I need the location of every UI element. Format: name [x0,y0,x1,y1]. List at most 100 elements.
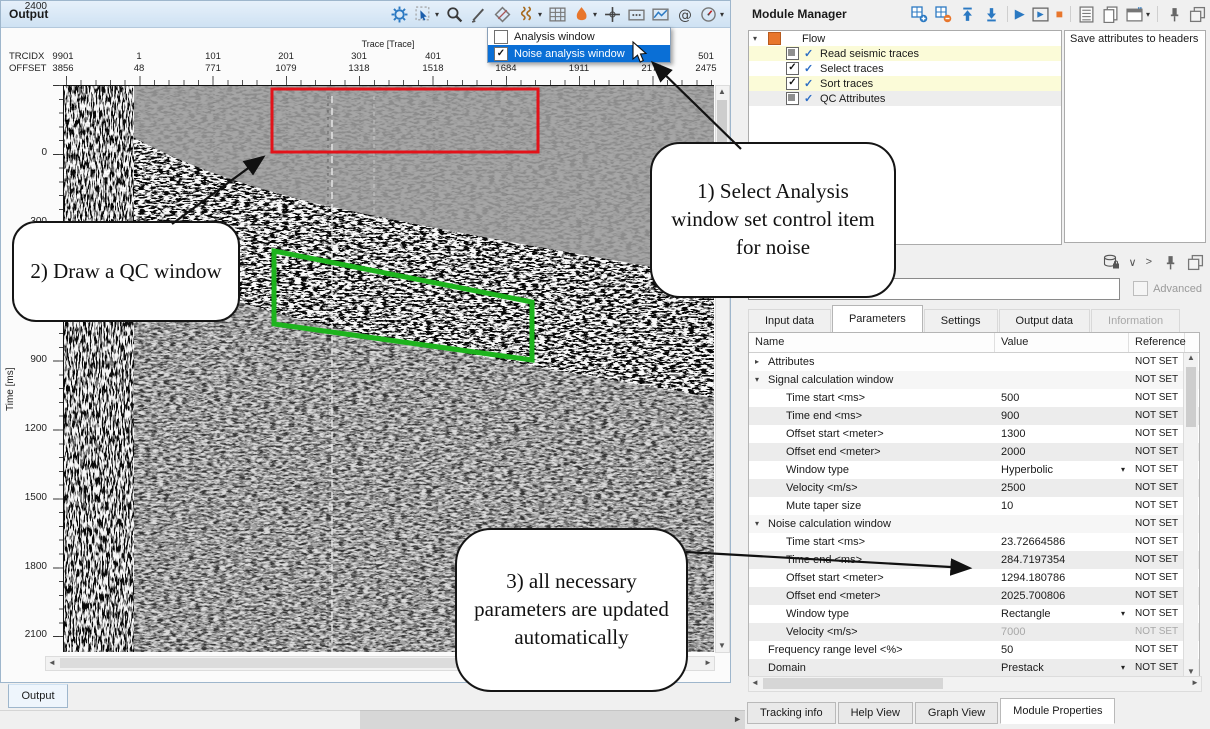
dropdown-item[interactable]: ✓ Noise analysis window [488,45,670,62]
parameter-value[interactable]: 2025.700806 [1001,590,1065,602]
parameter-reference[interactable]: NOT SET [1129,587,1185,605]
mention-icon[interactable]: @ [676,6,693,23]
pin-icon[interactable] [1165,6,1182,23]
parameter-row[interactable]: Offset start <meter> 1300 NOT SET [749,425,1199,443]
module-checkbox[interactable]: ✓ [786,77,799,90]
column-header-name[interactable]: Name [749,333,995,352]
parameter-row[interactable]: Offset start <meter> 1294.180786 NOT SET [749,569,1199,587]
scroll-up-arrow[interactable]: ▲ [1184,353,1198,362]
checkbox[interactable]: ✓ [494,47,508,61]
parameter-reference[interactable]: NOT SET [1129,605,1185,623]
clipboard-icon[interactable] [1102,6,1119,23]
flow-tree-row[interactable]: ✓ ✓ Select traces [749,61,1061,76]
gain-icon[interactable] [573,6,590,23]
new-window-icon[interactable] [1126,6,1143,23]
parameter-row[interactable]: Time end <ms> 284.7197354 NOT SET [749,551,1199,569]
row-expander-icon[interactable]: ▾ [755,371,768,389]
table-vertical-scrollbar[interactable]: ▲ ▼ [1183,353,1198,676]
parameter-reference[interactable]: NOT SET [1129,515,1185,533]
advanced-checkbox[interactable] [1133,281,1148,296]
compass-caret[interactable]: ▾ [720,10,724,19]
properties-tab[interactable]: Output data [999,309,1091,332]
annotation-icon[interactable] [628,6,645,23]
parameter-reference[interactable]: NOT SET [1129,407,1185,425]
crosshair-icon[interactable] [604,6,621,23]
module-checkbox[interactable]: ✓ [786,62,799,75]
parameter-reference[interactable]: NOT SET [1129,641,1185,659]
chevron-down-icon[interactable]: ∨ [1129,256,1137,269]
parameter-reference[interactable]: NOT SET [1129,479,1185,497]
scroll-up-arrow[interactable]: ▲ [716,86,728,98]
delete-module-icon[interactable] [935,6,952,23]
view-tab[interactable]: Help View [838,702,913,724]
scroll-thumb[interactable] [763,678,943,689]
save-attributes-panel[interactable]: Save attributes to headers [1064,30,1206,243]
value-dropdown-caret[interactable]: ▾ [1121,461,1125,479]
row-expander-icon[interactable]: ▸ [755,353,768,371]
parameter-reference[interactable]: NOT SET [1129,353,1185,371]
gain-caret[interactable]: ▾ [593,10,597,19]
run-icon[interactable]: ▶ [1015,6,1025,22]
scroll-left-arrow[interactable]: ◄ [46,657,58,669]
parameter-reference[interactable]: NOT SET [1129,425,1185,443]
scroll-right-arrow[interactable]: ► [1189,677,1201,689]
parameter-value[interactable]: 1294.180786 [1001,572,1065,584]
pin-icon[interactable] [1161,254,1178,271]
parameter-reference[interactable]: NOT SET [1129,623,1185,641]
parameter-value[interactable]: 7000 [1001,626,1025,638]
scroll-right-arrow[interactable]: ► [733,714,742,724]
parameter-row[interactable]: Offset end <meter> 2000 NOT SET [749,443,1199,461]
properties-tab[interactable]: Information [1091,309,1180,332]
selection-mode-icon[interactable] [415,6,432,23]
parameter-reference[interactable]: NOT SET [1129,443,1185,461]
flow-tree-row[interactable]: ✓ Read seismic traces [749,46,1061,61]
parameter-row[interactable]: Velocity <m/s> 2500 NOT SET [749,479,1199,497]
parameter-value[interactable]: 1300 [1001,428,1025,440]
parameter-value[interactable]: 50 [1001,644,1013,656]
properties-tab[interactable]: Parameters [832,305,923,332]
parameter-row[interactable]: ▸ Attributes NOT SET [749,353,1199,371]
float-icon[interactable] [1189,6,1206,23]
value-dropdown-caret[interactable]: ▾ [1121,659,1125,677]
parameter-reference[interactable]: NOT SET [1129,569,1185,587]
scroll-down-arrow[interactable]: ▼ [716,640,728,652]
column-header-value[interactable]: Value [995,333,1129,352]
new-window-caret[interactable]: ▾ [1146,10,1150,19]
flow-tree-row[interactable]: ✓ QC Attributes [749,91,1061,106]
output-bottom-tab[interactable]: Output [8,684,68,708]
database-save-icon[interactable] [1103,254,1120,271]
parameter-row[interactable]: Frequency range level <%> 50 NOT SET [749,641,1199,659]
add-module-icon[interactable] [911,6,928,23]
parameter-row[interactable]: Window type Hyperbolic ▾ NOT SET [749,461,1199,479]
parameter-reference[interactable]: NOT SET [1129,389,1185,407]
parameter-row[interactable]: ▾ Noise calculation window NOT SET [749,515,1199,533]
scroll-down-arrow[interactable]: ▼ [1184,667,1198,676]
checkbox[interactable] [494,30,508,44]
map-icon[interactable] [652,6,669,23]
parameter-value[interactable]: 500 [1001,392,1019,404]
zoom-icon[interactable] [446,6,463,23]
value-dropdown-caret[interactable]: ▾ [1121,605,1125,623]
properties-tab[interactable]: Settings [924,309,998,332]
status-strip-scrollbar[interactable]: ► [360,710,745,729]
parameter-row[interactable]: Time end <ms> 900 NOT SET [749,407,1199,425]
parameter-value[interactable]: 23.72664586 [1001,536,1065,548]
parameter-reference[interactable]: NOT SET [1129,371,1185,389]
column-header-reference[interactable]: Reference [1129,333,1185,352]
parameter-value[interactable]: 900 [1001,410,1019,422]
run-interactive-icon[interactable] [1032,6,1049,23]
view-tab[interactable]: Graph View [915,702,998,724]
parameter-value[interactable]: 284.7197354 [1001,554,1065,566]
parameter-value[interactable]: Rectangle [1001,608,1051,620]
parameter-reference[interactable]: NOT SET [1129,497,1185,515]
move-up-icon[interactable] [959,6,976,23]
parameter-row[interactable]: Mute taper size 10 NOT SET [749,497,1199,515]
parameter-value[interactable]: Prestack [1001,662,1044,674]
module-checkbox[interactable] [786,92,799,105]
parameter-row[interactable]: ▾ Signal calculation window NOT SET [749,371,1199,389]
module-checkbox[interactable] [768,32,781,45]
view-tab[interactable]: Module Properties [1000,698,1115,724]
parameter-row[interactable]: Offset end <meter> 2025.700806 NOT SET [749,587,1199,605]
module-checkbox[interactable] [786,47,799,60]
row-expander-icon[interactable]: ▾ [755,515,768,533]
